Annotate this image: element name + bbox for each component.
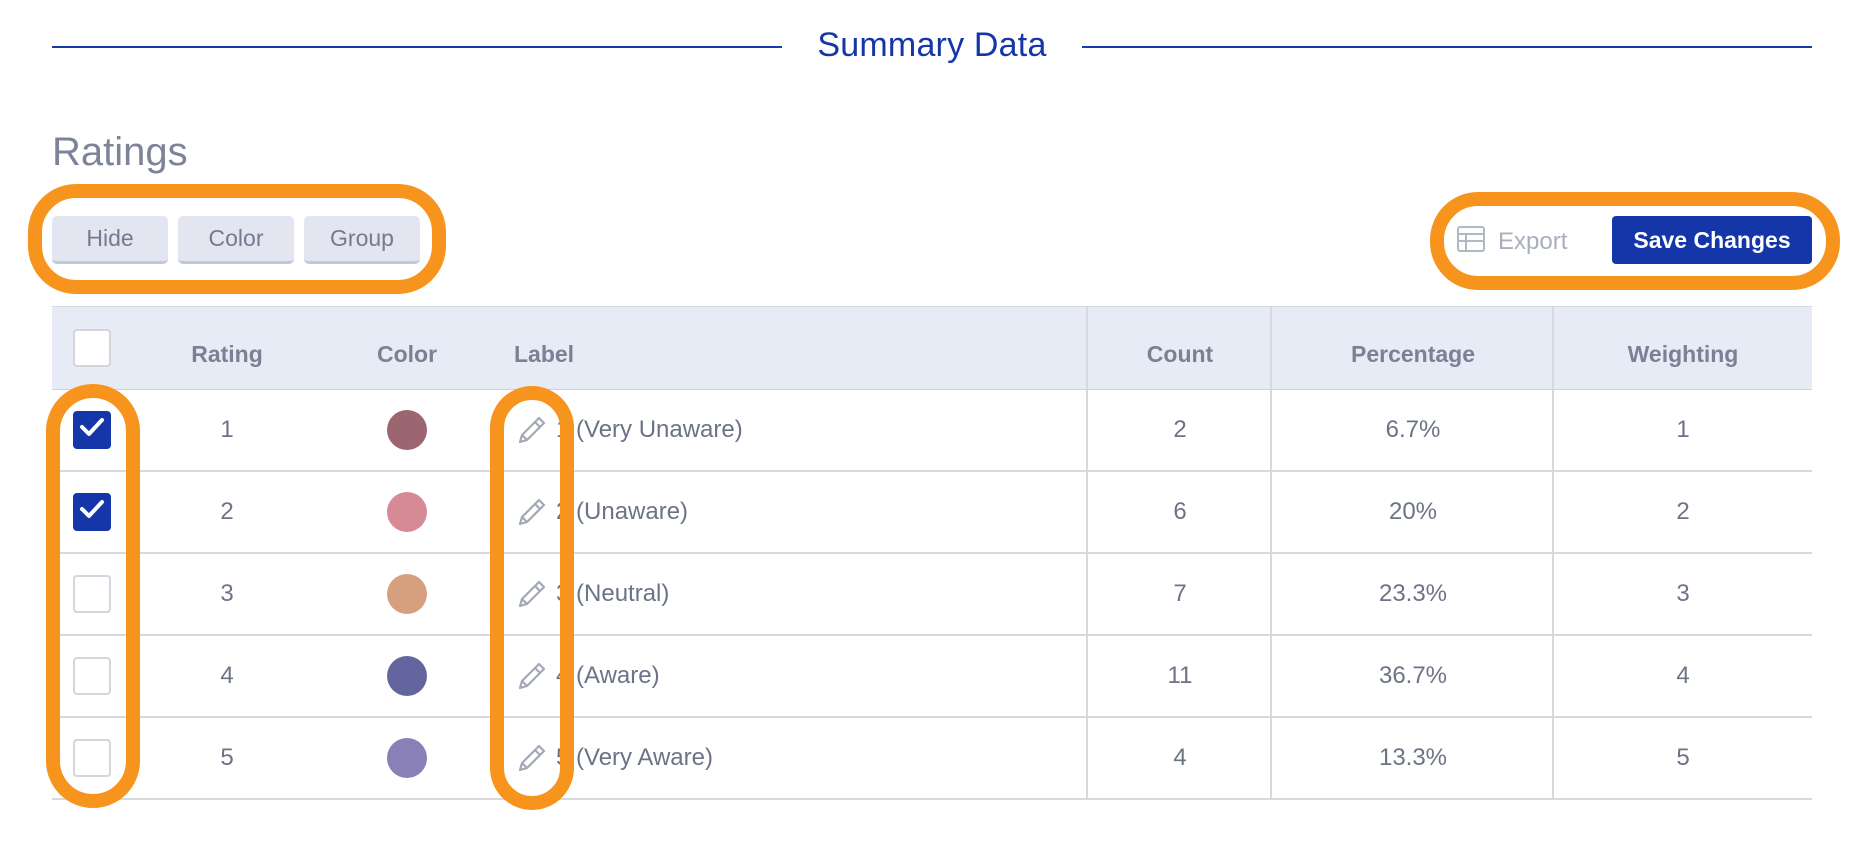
count-value: 4 xyxy=(1173,744,1187,771)
column-divider xyxy=(1270,306,1272,800)
rating-value: 2 xyxy=(220,498,234,525)
count-value: 6 xyxy=(1173,498,1187,525)
highlight-row-checkboxes xyxy=(46,384,140,808)
table-row: 5 5 (Very Aware) 4 13.3% 5 xyxy=(52,718,1812,800)
highlight-toolbar-buttons xyxy=(28,184,446,294)
weighting-value: 4 xyxy=(1676,662,1690,689)
table-row: 3 3 (Neutral) 7 23.3% 3 xyxy=(52,554,1812,636)
label-cell: 1 (Very Unaware) xyxy=(514,390,1084,470)
section-header: Summary Data xyxy=(52,22,1812,72)
percentage-value: 23.3% xyxy=(1378,580,1448,607)
rating-value: 3 xyxy=(220,580,234,607)
count-value: 11 xyxy=(1167,662,1193,689)
label-text: 2 (Unaware) xyxy=(556,498,689,525)
header-label[interactable]: Label xyxy=(514,307,1084,389)
header-color[interactable]: Color xyxy=(332,307,482,389)
header-weighting[interactable]: Weighting xyxy=(1554,307,1812,389)
highlight-action-buttons xyxy=(1430,192,1840,290)
table-row: 1 1 (Very Unaware) 2 6.7% 1 xyxy=(52,390,1812,472)
label-cell: 3 (Neutral) xyxy=(514,554,1084,634)
rating-value: 4 xyxy=(220,662,234,689)
label-cell: 4 (Aware) xyxy=(514,636,1084,716)
color-cell xyxy=(332,390,482,470)
weighting-value: 1 xyxy=(1676,416,1690,443)
header-count[interactable]: Count xyxy=(1088,307,1272,389)
color-swatch[interactable] xyxy=(387,656,427,696)
percentage-value: 36.7% xyxy=(1378,662,1448,689)
table-body: 11 (Very Unaware) 2 6.7% 1 2 2 (Unaware) 6 20% 2… xyxy=(52,390,1812,800)
weighting-value: 5 xyxy=(1676,744,1690,771)
color-cell xyxy=(332,636,482,716)
percentage-value: 13.3% xyxy=(1378,744,1448,771)
percentage-value: 6.7% xyxy=(1385,416,1441,443)
summary-data-page: Summary Data Ratings Hide Color Group Ex… xyxy=(0,0,1864,850)
color-cell xyxy=(332,554,482,634)
label-text: 5 (Very Aware) xyxy=(556,744,713,771)
color-swatch[interactable] xyxy=(387,574,427,614)
color-swatch[interactable] xyxy=(387,738,427,778)
label-cell: 5 (Very Aware) xyxy=(514,718,1084,798)
color-swatch[interactable] xyxy=(387,410,427,450)
count-value: 7 xyxy=(1173,580,1187,607)
label-cell: 2 (Unaware) xyxy=(514,472,1084,552)
ratings-heading: Ratings xyxy=(52,130,188,174)
rating-value: 5 xyxy=(220,744,234,771)
rating-value: 1 xyxy=(220,416,234,443)
color-cell xyxy=(332,718,482,798)
header-rating[interactable]: Rating xyxy=(152,307,302,389)
header-check-cell xyxy=(52,307,132,389)
table-row: 2 2 (Unaware) 6 20% 2 xyxy=(52,472,1812,554)
ratings-table: Rating Color Label Count Percentage Weig… xyxy=(52,306,1812,800)
select-all-checkbox[interactable] xyxy=(73,329,111,367)
section-divider-left xyxy=(52,46,782,48)
section-title: Summary Data xyxy=(817,26,1047,64)
table-row: 4 4 (Aware) 11 36.7% 4 xyxy=(52,636,1812,718)
weighting-value: 2 xyxy=(1676,498,1690,525)
header-percentage[interactable]: Percentage xyxy=(1272,307,1554,389)
label-text: 1 (Very Unaware) xyxy=(556,416,743,443)
highlight-edit-icons xyxy=(490,386,574,810)
column-divider xyxy=(1552,306,1554,800)
percentage-value: 20% xyxy=(1388,498,1438,525)
section-divider-right xyxy=(1082,46,1812,48)
weighting-value: 3 xyxy=(1676,580,1690,607)
color-swatch[interactable] xyxy=(387,492,427,532)
color-cell xyxy=(332,472,482,552)
table-header: Rating Color Label Count Percentage Weig… xyxy=(52,306,1812,390)
column-divider xyxy=(1086,306,1088,800)
count-value: 2 xyxy=(1173,416,1187,443)
